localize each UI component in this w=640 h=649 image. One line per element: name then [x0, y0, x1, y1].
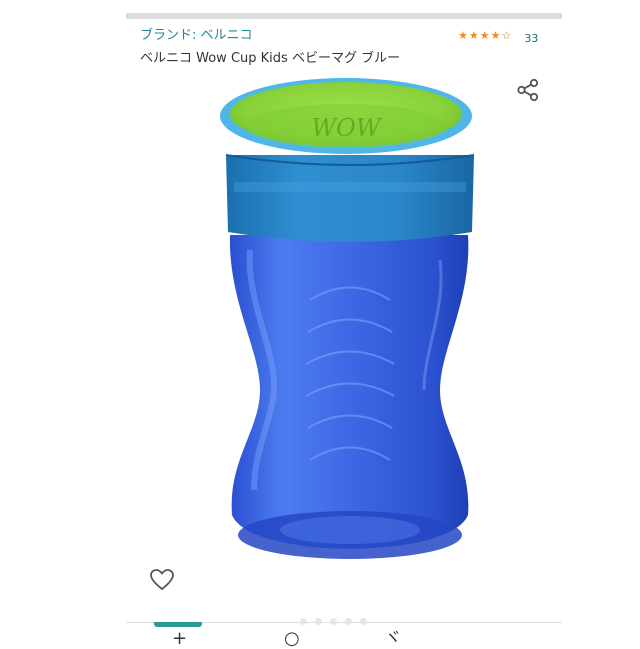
cup-logo: WOW	[311, 114, 382, 142]
cutoff-glyph: ○	[284, 628, 300, 649]
brand-link[interactable]: ブランド: ベルニコ	[140, 24, 253, 43]
product-title: ベルニコ Wow Cup Kids ベビーマグ ブルー	[140, 51, 401, 66]
star-icon: ★	[458, 29, 468, 42]
active-tab-indicator	[154, 622, 202, 627]
product-image[interactable]: WOW	[210, 70, 490, 570]
heart-icon[interactable]	[148, 566, 176, 594]
star-rating: ★ ★ ★ ★ ☆	[458, 30, 511, 41]
star-icon: ★	[479, 29, 490, 42]
star-outline-icon: ☆	[501, 29, 512, 42]
share-icon[interactable]	[514, 76, 542, 104]
cutoff-glyph: +	[172, 628, 188, 649]
star-icon: ★	[468, 29, 479, 42]
top-divider	[126, 13, 562, 19]
rating[interactable]: ★ ★ ★ ★ ☆ 33	[458, 26, 538, 45]
review-count[interactable]: 33	[524, 32, 538, 45]
cutoff-glyph: ヾ	[384, 628, 402, 649]
star-icon: ★	[490, 29, 501, 42]
